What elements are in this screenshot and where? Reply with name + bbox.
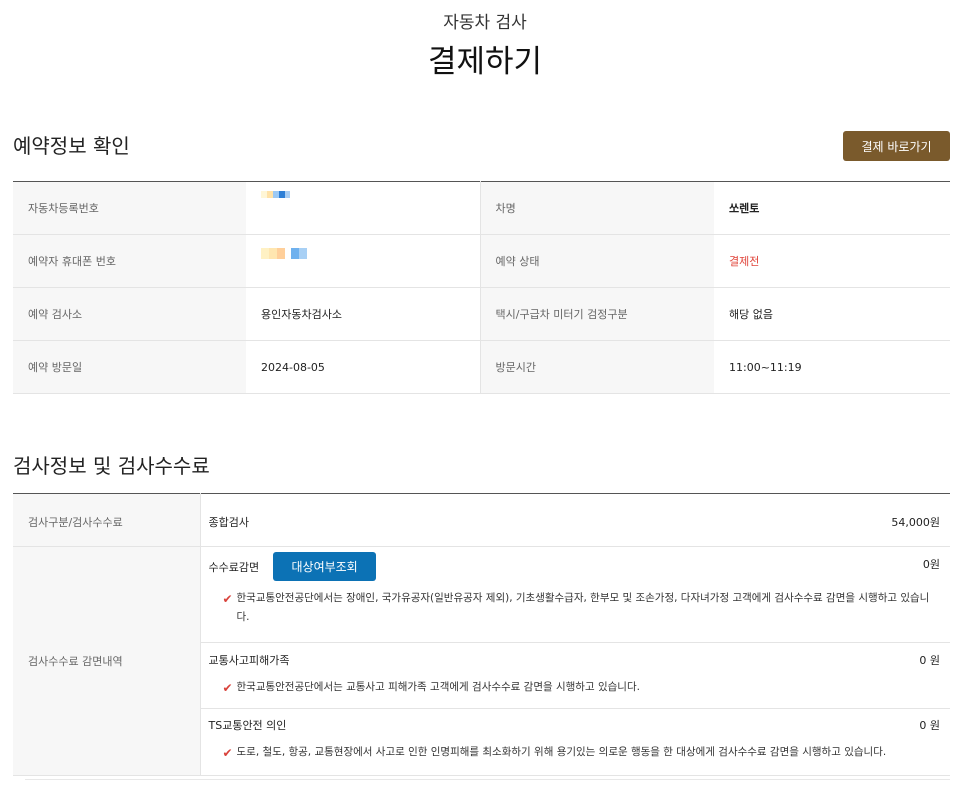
- check-icon: ✔: [222, 681, 233, 695]
- visit-time-value: 11:00~11:19: [714, 340, 950, 394]
- inspection-center-value: 용인자동차검사소: [246, 287, 480, 341]
- discount-item-title: TS교통안전 의인: [208, 719, 287, 732]
- discount-note: 도로, 철도, 항공, 교통현장에서 사고로 인한 인명피해를 최소화하기 위해…: [236, 746, 887, 758]
- inspection-type-value: 종합검사: [208, 516, 249, 529]
- discount-item: 수수료감면 대상여부조회 0원 ✔ 한국교통안전공단에서는 장애인, 국가유공자…: [200, 547, 950, 643]
- table-row: 자동차등록번호 차명 쏘렌토: [13, 181, 950, 235]
- table-row: 예약 방문일 2024-08-05 방문시간 11:00~11:19: [13, 340, 950, 394]
- phone-value: [246, 234, 480, 288]
- redacted-value: [261, 247, 307, 260]
- discount-note: 한국교통안전공단에서는 교통사고 피해가족 고객에게 검사수수료 감면을 시행하…: [236, 681, 640, 693]
- status-value: 결제전: [714, 234, 950, 288]
- discount-item-title: 교통사고피해가족: [208, 654, 290, 667]
- cell-label: 예약 상태: [479, 234, 714, 288]
- cell-label: 택시/구급차 미터기 검정구분: [479, 287, 714, 341]
- pay-now-button[interactable]: 결제 바로가기: [843, 131, 950, 161]
- inspection-fee-value: 54,000원: [891, 516, 940, 529]
- page-subtitle: 자동차 검사: [443, 13, 527, 33]
- discount-amount: 0 원: [919, 719, 940, 732]
- table-row: 예약 검사소 용인자동차검사소 택시/구급차 미터기 검정구분 해당 없음: [13, 287, 950, 341]
- check-icon: ✔: [222, 746, 233, 760]
- cell-label: 예약자 휴대폰 번호: [13, 234, 246, 288]
- discount-item-title: 수수료감면: [208, 560, 260, 574]
- cell-label: 예약 방문일: [13, 340, 246, 394]
- table-row: 검사수수료 감면내역 수수료감면 대상여부조회 0원 ✔ 한국교통안전공단에서는…: [13, 546, 951, 776]
- visit-date-value: 2024-08-05: [246, 340, 480, 394]
- discount-amount: 0원: [922, 558, 940, 571]
- eligibility-check-button[interactable]: 대상여부조회: [273, 552, 377, 581]
- discount-amount: 0 원: [919, 654, 940, 667]
- table-row: 검사구분/검사수수료 종합검사 54,000원: [13, 493, 950, 547]
- cell-label: 예약 검사소: [13, 287, 246, 341]
- reservation-table: 자동차등록번호 차명 쏘렌토 예약자 휴대폰 번호 예약 상태 결제전 예약 검…: [13, 181, 950, 394]
- fee-table: 검사구분/검사수수료 종합검사 54,000원 검사수수료 감면내역 수수료감면…: [13, 493, 950, 776]
- cell-label: 자동차등록번호: [13, 181, 246, 235]
- discount-note: 한국교통안전공단에서는 장애인, 국가유공자(일반유공자 제외), 기초생활수급…: [236, 592, 930, 623]
- cell-label: 방문시간: [479, 340, 714, 394]
- check-icon: ✔: [222, 592, 233, 606]
- cell-label: 검사구분/검사수수료: [13, 493, 201, 547]
- table-row: 예약자 휴대폰 번호 예약 상태 결제전: [13, 234, 950, 288]
- divider: [25, 779, 950, 780]
- meter-type-value: 해당 없음: [714, 287, 950, 341]
- reservation-section-title: 예약정보 확인: [13, 134, 130, 158]
- fee-section-title: 검사정보 및 검사수수료: [13, 454, 210, 478]
- page-title: 결제하기: [427, 44, 543, 80]
- discount-item: TS교통안전 의인 0 원 ✔ 도로, 철도, 항공, 교통현장에서 사고로 인…: [201, 709, 951, 775]
- discount-item: 교통사고피해가족 0 원 ✔ 한국교통안전공단에서는 교통사고 피해가족 고객에…: [200, 643, 950, 709]
- cell-label: 검사수수료 감면내역: [13, 546, 201, 776]
- redacted-value: [261, 188, 290, 201]
- cell-label: 차명: [479, 181, 714, 235]
- car-number-value: [246, 181, 480, 235]
- car-name-value: 쏘렌토: [714, 181, 950, 235]
